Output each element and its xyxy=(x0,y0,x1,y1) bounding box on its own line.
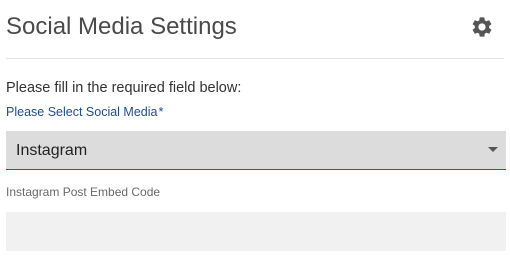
social-media-settings-panel: Social Media Settings Please fill in the… xyxy=(0,0,510,257)
panel-header: Social Media Settings xyxy=(0,0,510,58)
social-media-select-label-text: Please Select Social Media xyxy=(6,105,158,119)
gear-icon-graphic xyxy=(472,17,492,37)
required-marker: * xyxy=(158,105,164,119)
embed-code-input[interactable] xyxy=(6,212,506,251)
social-media-select-value: Instagram xyxy=(16,142,88,159)
social-media-select-label: Please Select Social Media* xyxy=(6,104,163,120)
gear-icon[interactable] xyxy=(470,15,494,39)
header-divider xyxy=(6,58,504,59)
form-instructions: Please fill in the required field below: xyxy=(6,80,242,96)
caret-down-icon xyxy=(488,147,498,152)
social-media-select[interactable]: Instagram xyxy=(6,131,506,170)
embed-code-label: Instagram Post Embed Code xyxy=(6,185,161,199)
page-title: Social Media Settings xyxy=(6,13,237,40)
